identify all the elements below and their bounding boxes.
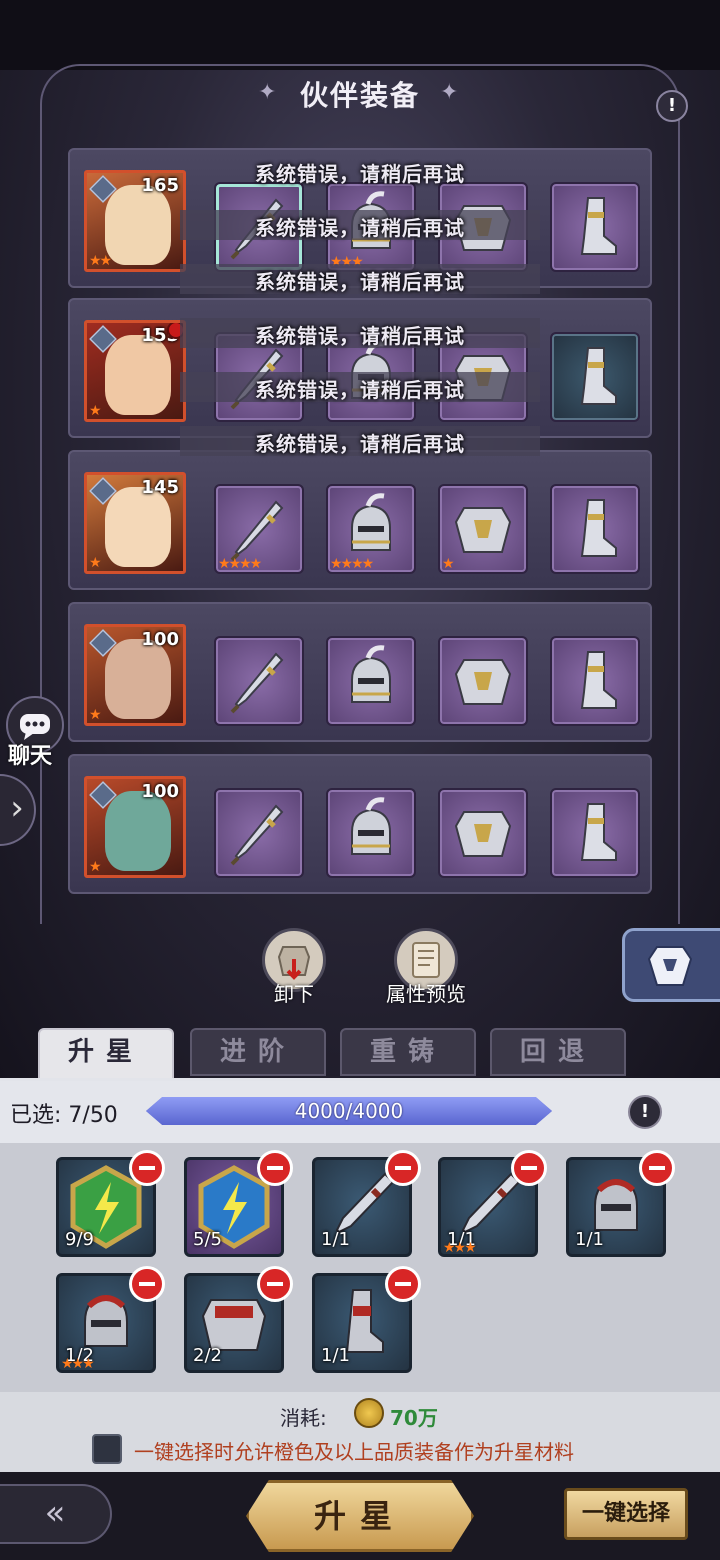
material-item[interactable]: 1/1 xyxy=(312,1150,421,1257)
material-count: 5/5 xyxy=(193,1229,222,1250)
equip-slot-sword[interactable] xyxy=(214,636,304,726)
partner-level: 145 xyxy=(141,477,179,498)
tab-bar: 升星 进阶 重铸 回退 xyxy=(0,1024,720,1084)
chat-label: 聊天 xyxy=(8,744,53,769)
tab-star-up[interactable]: 升星 xyxy=(38,1028,174,1084)
equip-stars: ★★★★ xyxy=(330,556,374,572)
back-button[interactable]: « xyxy=(0,1484,112,1544)
equip-stars: ★ xyxy=(442,556,454,572)
material-progress-bar: 4000/4000 xyxy=(146,1097,552,1125)
partner-face xyxy=(105,639,171,719)
partner-row: 145 ★ ★★★★ ★★★★ ★ xyxy=(68,450,652,590)
tab-revert[interactable]: 回退 xyxy=(490,1028,626,1076)
error-toast-bg xyxy=(180,210,540,240)
gold-coin-icon xyxy=(354,1398,384,1428)
remove-material-button[interactable] xyxy=(257,1266,293,1302)
equip-slot-armor[interactable] xyxy=(438,636,528,726)
chevron-right-icon: › xyxy=(10,788,24,828)
equip-slot-helmet[interactable] xyxy=(326,788,416,878)
equip-slot-armor[interactable] xyxy=(438,788,528,878)
help-button[interactable]: ! xyxy=(656,90,688,122)
partner-level: 165 xyxy=(141,175,179,196)
material-stars: ★★★ xyxy=(443,1240,477,1256)
remove-material-button[interactable] xyxy=(129,1266,165,1302)
material-count: 1/1 xyxy=(321,1229,350,1250)
partner-portrait[interactable]: 145 ★ xyxy=(84,472,186,574)
partner-face xyxy=(105,791,171,871)
armor-icon xyxy=(647,946,693,986)
unequip-label: 卸下 xyxy=(274,982,314,1006)
equip-slot-boots[interactable] xyxy=(550,636,640,726)
selection-bar: 已选: 7/50 4000/4000 ! xyxy=(0,1081,720,1143)
partner-portrait[interactable]: 165 ★★ xyxy=(84,170,186,272)
attribute-preview-label: 属性预览 xyxy=(386,982,466,1006)
partner-stars: ★ xyxy=(89,707,101,723)
material-item[interactable]: 1/1 xyxy=(312,1266,421,1373)
material-stars: ★★★ xyxy=(61,1356,95,1372)
star-up-button[interactable]: 升星 xyxy=(246,1480,474,1552)
back-arrow-icon: « xyxy=(44,1493,66,1533)
material-count: 1/1 xyxy=(575,1229,604,1250)
tab-advance[interactable]: 进阶 xyxy=(190,1028,326,1076)
error-toast-bg xyxy=(180,318,540,348)
remove-material-button[interactable] xyxy=(257,1150,293,1186)
error-toast-bg xyxy=(180,426,540,456)
material-count: 2/2 xyxy=(193,1345,222,1366)
partner-stars: ★ xyxy=(89,859,101,875)
partner-face xyxy=(105,335,171,415)
material-item[interactable]: 1/1 xyxy=(566,1150,675,1257)
equip-slot-boots[interactable] xyxy=(550,182,640,272)
error-toast-bg xyxy=(180,264,540,294)
cost-value: 70万 xyxy=(390,1406,438,1430)
tab-reforge[interactable]: 重铸 xyxy=(340,1028,476,1076)
material-item[interactable]: 5/5 xyxy=(184,1150,293,1257)
title-star-icon: ✦ xyxy=(440,80,459,105)
partner-row: 100 ★ xyxy=(68,602,652,742)
material-item[interactable]: 2/2 xyxy=(184,1266,293,1373)
armor-set-button[interactable] xyxy=(622,928,720,1002)
material-count: 1/1 xyxy=(321,1345,350,1366)
allow-orange-label: 一键选择时允许橙色及以上品质装备作为升星材料 xyxy=(134,1440,574,1464)
remove-material-button[interactable] xyxy=(385,1266,421,1302)
partner-level: 100 xyxy=(141,629,179,650)
equip-slot-boots[interactable] xyxy=(550,788,640,878)
material-item[interactable]: 1/2 ★★★ xyxy=(56,1266,165,1373)
auto-select-button[interactable]: 一键选择 xyxy=(564,1488,688,1540)
partner-row: 100 ★ xyxy=(68,754,652,894)
equip-slot-helmet[interactable] xyxy=(326,636,416,726)
material-item[interactable]: 9/9 xyxy=(56,1150,165,1257)
equip-stars: ★★★★ xyxy=(218,556,262,572)
remove-material-button[interactable] xyxy=(129,1150,165,1186)
remove-material-button[interactable] xyxy=(511,1150,547,1186)
partner-level: 100 xyxy=(141,781,179,802)
partner-face xyxy=(105,487,171,567)
partner-stars: ★★ xyxy=(89,253,112,269)
equip-slot-sword[interactable] xyxy=(214,788,304,878)
material-item[interactable]: 1/1 ★★★ xyxy=(438,1150,547,1257)
progress-text: 4000/4000 xyxy=(294,1099,404,1123)
equip-slot-helmet[interactable]: ★★★★ xyxy=(326,484,416,574)
partner-portrait[interactable]: 155 ★ xyxy=(84,320,186,422)
remove-material-button[interactable] xyxy=(639,1150,675,1186)
equip-slot-boots[interactable] xyxy=(550,332,640,422)
equip-slot-sword[interactable]: ★★★★ xyxy=(214,484,304,574)
partner-face xyxy=(105,185,171,265)
page-title: 伙伴装备 xyxy=(299,79,420,112)
equip-slot-armor[interactable]: ★ xyxy=(438,484,528,574)
selected-count: 已选: 7/50 xyxy=(10,1103,118,1128)
partner-stars: ★ xyxy=(89,403,101,419)
equip-slot-boots[interactable] xyxy=(550,484,640,574)
allow-orange-checkbox[interactable] xyxy=(92,1434,122,1464)
star-up-help-button[interactable]: ! xyxy=(628,1095,662,1129)
partner-portrait[interactable]: 100 ★ xyxy=(84,624,186,726)
partner-portrait[interactable]: 100 ★ xyxy=(84,776,186,878)
material-count: 9/9 xyxy=(65,1229,94,1250)
error-toast-bg xyxy=(180,372,540,402)
cost-label: 消耗: xyxy=(280,1406,327,1430)
partner-stars: ★ xyxy=(89,555,101,571)
remove-material-button[interactable] xyxy=(385,1150,421,1186)
